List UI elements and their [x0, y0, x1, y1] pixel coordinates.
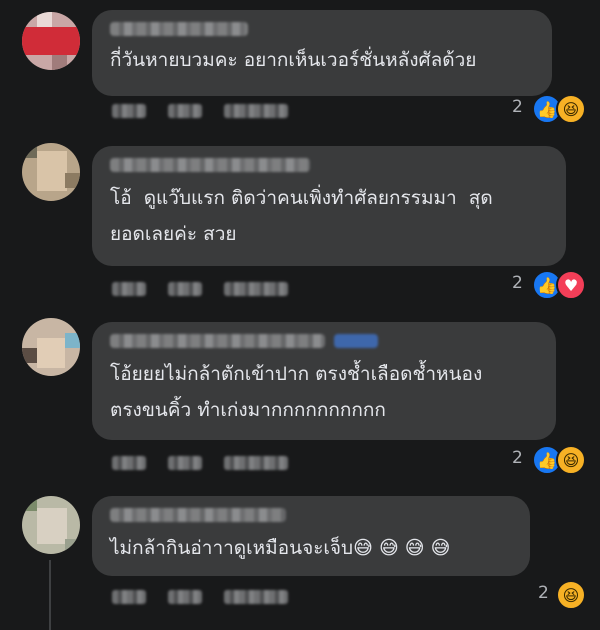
reaction-count: 2 [512, 97, 523, 117]
like-action[interactable] [168, 104, 202, 118]
comment-bubble: โอ้ ดูแว๊บแรก ติดว่าคนเพิ่งทำศัลยกรรมมา … [92, 146, 566, 266]
comment-text: โอ้ ดูแว๊บแรก ติดว่าคนเพิ่งทำศัลยกรรมมา … [110, 187, 493, 245]
thread-line [49, 560, 51, 630]
reaction-count: 2 [512, 448, 523, 468]
timestamp[interactable] [112, 104, 146, 118]
timestamp[interactable] [112, 456, 146, 470]
author-name-blurred[interactable] [110, 22, 248, 36]
avatar[interactable] [22, 143, 80, 201]
like-action[interactable] [168, 456, 202, 470]
reaction-summary[interactable]: 2 👍 😆 [512, 445, 592, 475]
love-icon: ♥ [556, 270, 586, 300]
comment-text: โอ้ยยยไม่กล้าตักเข้าปาก ตรงช้ำเลือดช้ำหน… [110, 363, 483, 421]
comment-bubble: ไม่กล้ากินอ่าาาดูเหมือนจะเจ็บ😅 😅 😅 😅 [92, 496, 530, 576]
avatar[interactable] [22, 318, 80, 376]
reaction-summary[interactable]: 2 😆 [538, 580, 594, 610]
haha-icon: 😆 [556, 580, 586, 610]
reply-action[interactable] [224, 282, 288, 296]
reply-action[interactable] [224, 104, 288, 118]
timestamp[interactable] [112, 590, 146, 604]
reply-action[interactable] [224, 590, 288, 604]
avatar[interactable] [22, 496, 80, 554]
haha-icon: 😆 [556, 94, 586, 124]
reply-action[interactable] [224, 456, 288, 470]
reaction-summary[interactable]: 2 👍 😆 [512, 94, 592, 124]
comment-bubble: โอ้ยยยไม่กล้าตักเข้าปาก ตรงช้ำเลือดช้ำหน… [92, 322, 556, 440]
author-name-row [110, 334, 538, 348]
reaction-count: 2 [538, 583, 549, 603]
reaction-count: 2 [512, 273, 523, 293]
like-action[interactable] [168, 282, 202, 296]
comment-text: ไม่กล้ากินอ่าาาดูเหมือนจะเจ็บ😅 😅 😅 😅 [110, 537, 451, 559]
timestamp[interactable] [112, 282, 146, 296]
comment-bubble: กี่วันหายบวมคะ อยากเห็นเวอร์ชั่นหลังศัลด… [92, 10, 552, 96]
like-action[interactable] [168, 590, 202, 604]
reaction-summary[interactable]: 2 👍 ♥ [512, 270, 592, 300]
author-name-blurred[interactable] [110, 508, 286, 522]
author-name-blurred[interactable] [110, 334, 325, 348]
mention-blurred[interactable] [334, 334, 379, 348]
author-name-blurred[interactable] [110, 158, 310, 172]
avatar[interactable] [22, 12, 80, 70]
comment-text: กี่วันหายบวมคะ อยากเห็นเวอร์ชั่นหลังศัลด… [110, 49, 477, 71]
haha-icon: 😆 [556, 445, 586, 475]
